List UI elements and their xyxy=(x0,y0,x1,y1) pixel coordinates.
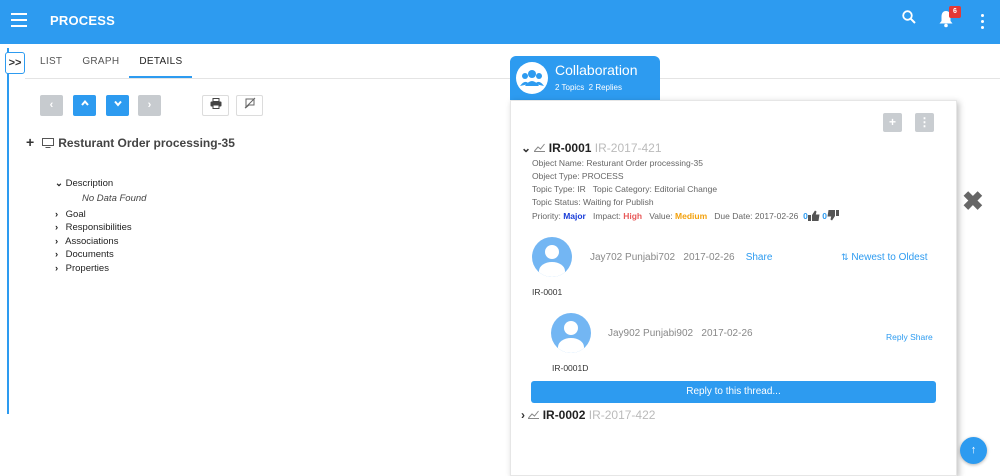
print-button[interactable] xyxy=(202,95,229,116)
chevron-right-icon: › xyxy=(521,408,525,422)
value-label: Value: xyxy=(649,211,673,221)
comment-off-button[interactable] xyxy=(236,95,263,116)
thread-header[interactable]: ⌄ IR-0001 IR-2017-421 xyxy=(521,141,662,155)
expand-sidebar-button[interactable]: >> xyxy=(5,52,25,74)
move-down-button[interactable] xyxy=(106,95,129,116)
reply-author: Jay902 Punjabi902 xyxy=(608,328,694,339)
meta-topic-category: Topic Category: Editorial Change xyxy=(592,184,718,194)
scroll-to-top-button[interactable]: ↑ xyxy=(960,437,987,464)
replies-count: 2 Replies xyxy=(588,83,623,92)
tree-item-label: Properties xyxy=(65,262,109,274)
no-data-text: No Data Found xyxy=(82,192,147,204)
add-topic-button[interactable]: + xyxy=(883,113,902,132)
impact-value: High xyxy=(623,211,643,221)
thread-header[interactable]: › IR-0002 IR-2017-422 xyxy=(521,408,655,422)
collaboration-title: Collaboration xyxy=(555,62,638,78)
chevron-right-icon: › xyxy=(55,249,59,260)
details-tree: ⌄ Description No Data Found › Goal › Res… xyxy=(55,178,146,276)
meta-topic-type: Topic Type: IR xyxy=(532,184,586,194)
side-rail xyxy=(7,48,9,414)
tab-list[interactable]: LIST xyxy=(30,50,72,78)
meta-object-name: Object Name: Resturant Order processing-… xyxy=(532,158,704,168)
comment-meta: Jay702 Punjabi702 2017-02-26 Share xyxy=(590,252,772,263)
sort-icon: ⇅ xyxy=(841,252,849,262)
reply-date: 2017-02-26 xyxy=(701,328,753,339)
chevron-right-icon: › xyxy=(55,222,59,233)
search-icon[interactable] xyxy=(902,10,916,29)
notification-badge: 6 xyxy=(949,6,961,18)
thread-sub-id: IR-2017-422 xyxy=(588,408,656,422)
tab-bar: LIST GRAPH DETAILS xyxy=(30,50,193,78)
tree-item-label: Associations xyxy=(65,235,119,247)
avatar xyxy=(551,313,591,353)
comment-date: 2017-02-26 xyxy=(683,252,735,263)
tree-item-documents[interactable]: › Documents xyxy=(55,249,146,263)
tree-item-associations[interactable]: › Associations xyxy=(55,236,146,250)
due-date: Due Date: 2017-02-26 xyxy=(714,211,799,221)
object-row[interactable]: + Resturant Order processing-35 xyxy=(26,134,235,151)
thread-id: IR-0001 xyxy=(548,141,592,155)
meta-priority-row: Priority: Major Impact: High Value: Medi… xyxy=(532,210,839,223)
tree-item-responsibilities[interactable]: › Responsibilities xyxy=(55,222,146,236)
chevron-down-icon: ⌄ xyxy=(55,178,63,189)
tree-item-goal[interactable]: › Goal xyxy=(55,209,146,223)
previous-button[interactable]: ‹ xyxy=(40,95,63,116)
next-button[interactable]: › xyxy=(138,95,161,116)
tree-item-label: Responsibilities xyxy=(65,222,132,233)
chevron-right-icon: › xyxy=(55,235,59,247)
chevron-down-icon xyxy=(113,100,122,107)
reply-meta: Jay902 Punjabi902 2017-02-26 xyxy=(608,328,753,339)
chevron-right-icon: › xyxy=(55,208,59,220)
chevron-down-icon: ⌄ xyxy=(521,141,532,155)
chevron-up-icon xyxy=(80,99,89,106)
thumbs-up-icon[interactable] xyxy=(807,210,820,223)
thread-id: IR-0002 xyxy=(542,408,586,422)
tab-details[interactable]: DETAILS xyxy=(129,50,193,78)
value-value: Medium xyxy=(675,211,708,221)
tree-item-properties[interactable]: › Properties xyxy=(55,263,146,277)
print-icon xyxy=(210,98,221,109)
panel-menu-button[interactable]: ⋮ xyxy=(915,113,934,132)
top-app-bar: PROCESS 6 xyxy=(0,0,1000,44)
tab-graph[interactable]: GRAPH xyxy=(72,50,129,78)
priority-label: Priority: xyxy=(532,211,561,221)
sort-label: Newest to Oldest xyxy=(851,252,928,263)
app-title: PROCESS xyxy=(50,13,115,28)
thumbs-down-icon[interactable] xyxy=(827,210,839,223)
tree-item-label: Description xyxy=(65,178,114,189)
tree-item-label: Goal xyxy=(65,208,86,220)
impact-label: Impact: xyxy=(592,211,621,221)
menu-icon[interactable] xyxy=(11,13,27,27)
thread-sub-id: IR-2017-421 xyxy=(594,141,662,155)
comment-author: Jay702 Punjabi702 xyxy=(590,252,676,263)
expand-plus-icon[interactable]: + xyxy=(26,134,34,150)
priority-value: Major xyxy=(563,211,586,221)
monitor-icon xyxy=(42,137,55,151)
group-icon xyxy=(516,62,548,94)
move-up-button[interactable] xyxy=(73,95,96,116)
avatar xyxy=(532,237,572,277)
trend-icon xyxy=(528,410,540,419)
object-title: Resturant Order processing-35 xyxy=(58,136,235,150)
topics-count: 2 Topics xyxy=(555,83,585,92)
collaboration-header[interactable]: Collaboration 2 Topics 2 Replies xyxy=(510,56,660,100)
collaboration-panel: + ⋮ ⌄ IR-0001 IR-2017-421 Object Name: R… xyxy=(510,100,957,476)
collaboration-summary: 2 Topics 2 Replies xyxy=(555,83,622,92)
chevron-right-icon: › xyxy=(55,262,59,274)
trend-icon xyxy=(534,143,546,152)
sort-toggle[interactable]: ⇅ Newest to Oldest xyxy=(841,252,927,263)
meta-topic-status: Topic Status: Waiting for Publish xyxy=(532,197,654,207)
more-vert-icon[interactable] xyxy=(981,14,985,32)
close-icon[interactable]: ✖ xyxy=(962,186,984,217)
share-link[interactable]: Share xyxy=(746,252,773,263)
reply-caption: IR-0001D xyxy=(552,363,589,373)
tree-item-description[interactable]: ⌄ Description xyxy=(55,178,146,192)
comment-off-icon xyxy=(244,97,255,109)
meta-topic-row: Topic Type: IR Topic Category: Editorial… xyxy=(532,184,717,194)
reply-share-links[interactable]: Reply Share xyxy=(886,332,933,342)
tree-item-label: Documents xyxy=(65,249,114,260)
reply-to-thread-button[interactable]: Reply to this thread... xyxy=(531,381,936,403)
meta-object-type: Object Type: PROCESS xyxy=(532,171,624,181)
comment-caption: IR-0001 xyxy=(532,287,563,297)
